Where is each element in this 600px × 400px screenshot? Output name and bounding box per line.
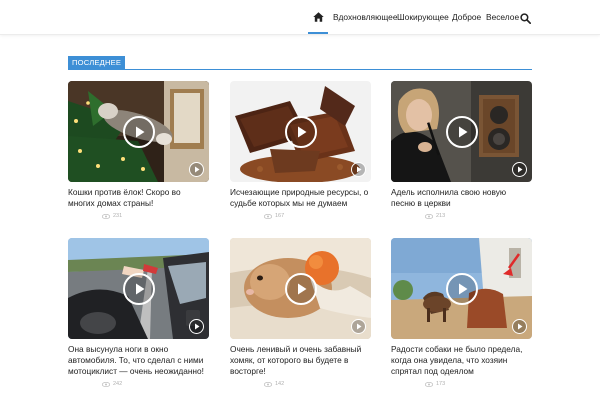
play-icon	[517, 323, 522, 330]
video-title[interactable]: Радости собаки не было предела, когда он…	[391, 344, 532, 377]
eye-icon	[425, 213, 433, 219]
video-card[interactable]: Радости собаки не было предела, когда он…	[391, 238, 532, 388]
play-icon	[297, 283, 306, 295]
search-icon	[520, 13, 532, 25]
eye-icon	[425, 381, 433, 387]
eye-icon	[264, 213, 272, 219]
video-thumbnail[interactable]	[391, 238, 532, 339]
play-icon	[194, 323, 199, 330]
play-icon	[356, 166, 361, 173]
video-title[interactable]: Кошки против ёлок! Скоро во многих домах…	[68, 187, 209, 209]
nav-item-shocking[interactable]: Шокирующее	[397, 0, 449, 34]
video-title[interactable]: Исчезающие природные ресурсы, о судьбе к…	[230, 187, 371, 209]
play-button[interactable]	[446, 273, 478, 305]
play-icon	[356, 323, 361, 330]
play-button-small[interactable]	[351, 319, 366, 334]
view-count: 231	[113, 213, 123, 219]
view-count: 142	[275, 381, 285, 387]
eye-icon	[102, 381, 110, 387]
play-button-small[interactable]	[512, 162, 527, 177]
eye-icon	[102, 213, 110, 219]
play-button-small[interactable]	[189, 319, 204, 334]
video-thumbnail[interactable]	[391, 81, 532, 182]
nav-item-kind[interactable]: Доброе	[452, 0, 481, 34]
play-button-small[interactable]	[189, 162, 204, 177]
play-button[interactable]	[446, 116, 478, 148]
play-icon	[135, 126, 144, 138]
section-title: ПОСЛЕДНЕЕ	[68, 56, 126, 69]
view-count: 213	[436, 213, 446, 219]
play-icon	[458, 283, 467, 295]
view-count: 242	[113, 381, 123, 387]
video-card[interactable]: Адель исполнила свою новую песню в церкв…	[391, 81, 532, 220]
view-count: 167	[275, 213, 285, 219]
video-thumbnail[interactable]	[230, 81, 371, 182]
play-button[interactable]	[123, 273, 155, 305]
video-card[interactable]: Исчезающие природные ресурсы, о судьбе к…	[230, 81, 371, 220]
video-title[interactable]: Адель исполнила свою новую песню в церкв…	[391, 187, 532, 209]
section-divider	[68, 69, 532, 70]
video-thumbnail[interactable]	[68, 81, 209, 182]
play-button-small[interactable]	[351, 162, 366, 177]
view-counter: 242	[102, 380, 209, 388]
play-button[interactable]	[123, 116, 155, 148]
view-counter: 167	[264, 212, 371, 220]
video-thumbnail[interactable]	[230, 238, 371, 339]
play-icon	[517, 166, 522, 173]
view-count: 173	[436, 381, 446, 387]
nav-item-funny[interactable]: Веселое	[486, 0, 519, 34]
video-title[interactable]: Очень ленивый и очень забавный хомяк, от…	[230, 344, 371, 377]
search-button[interactable]	[520, 11, 532, 25]
view-counter: 231	[102, 212, 209, 220]
view-counter: 213	[425, 212, 532, 220]
play-button[interactable]	[285, 273, 317, 305]
active-tab-indicator	[308, 32, 328, 34]
top-navigation: Вдохновляющее Шокирующее Доброе Веселое	[0, 0, 600, 35]
play-button[interactable]	[285, 116, 317, 148]
home-button[interactable]	[308, 0, 328, 34]
video-title[interactable]: Она высунула ноги в окно автомобиля. То,…	[68, 344, 209, 377]
view-counter: 173	[425, 380, 532, 388]
play-button-small[interactable]	[512, 319, 527, 334]
view-counter: 142	[264, 380, 371, 388]
nav-item-inspiring[interactable]: Вдохновляющее	[333, 0, 397, 34]
play-icon	[135, 283, 144, 295]
eye-icon	[264, 381, 272, 387]
page: Вдохновляющее Шокирующее Доброе Веселое …	[0, 0, 600, 400]
home-icon	[312, 12, 324, 22]
video-card[interactable]: Очень ленивый и очень забавный хомяк, от…	[230, 238, 371, 388]
play-icon	[297, 126, 306, 138]
play-icon	[458, 126, 467, 138]
video-thumbnail[interactable]	[68, 238, 209, 339]
play-icon	[194, 166, 199, 173]
video-card[interactable]: Она высунула ноги в окно автомобиля. То,…	[68, 238, 209, 388]
video-card[interactable]: Кошки против ёлок! Скоро во многих домах…	[68, 81, 209, 220]
